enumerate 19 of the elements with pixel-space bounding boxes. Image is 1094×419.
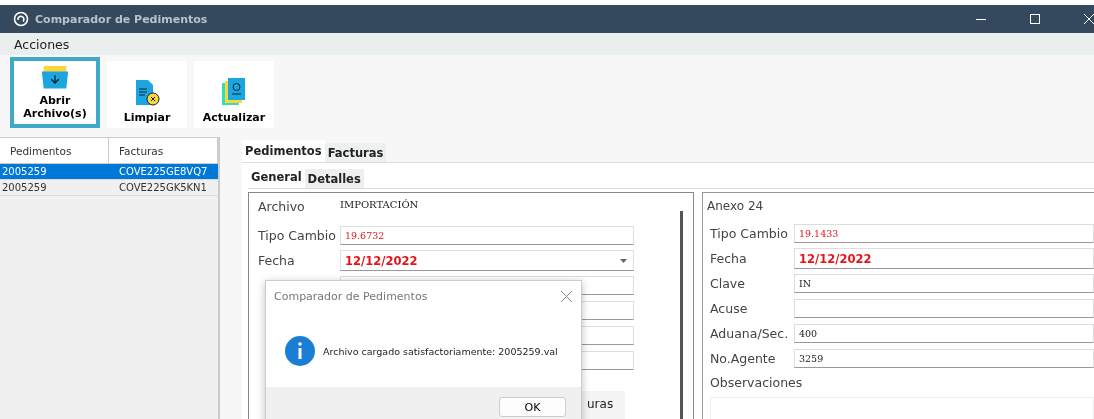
dialog-message: Archivo cargado satisfactoriamente: 2005259.val (323, 345, 558, 357)
field-label: Observaciones (709, 375, 803, 391)
panel-title: Anexo 24 (707, 199, 765, 213)
field-label: Fecha (709, 251, 748, 266)
field-label: Archivo (258, 199, 305, 214)
grid-cell-text: COVE225GE8VQ7 (117, 166, 209, 177)
grid-cell-text: 2005259 (1, 182, 48, 193)
field-label: Tipo Cambio (709, 226, 789, 241)
grid-cell-text: COVE225GK5KN1 (117, 182, 208, 193)
field-label: Aduana/Sec. (709, 326, 790, 341)
field-value: IMPORTACIÓN (340, 199, 419, 210)
field-label: Tipo Cambio (258, 228, 336, 243)
grid-cell-text: 2005259 (1, 166, 48, 177)
field-label: No.Agente (709, 351, 777, 366)
field-label: Clave (709, 276, 746, 291)
field-label: Fecha (258, 253, 295, 268)
field-label: Acuse (709, 301, 749, 316)
window-title: Comparador de Pedimentos (35, 12, 208, 26)
dialog-title: Comparador de Pedimentos (274, 289, 428, 303)
